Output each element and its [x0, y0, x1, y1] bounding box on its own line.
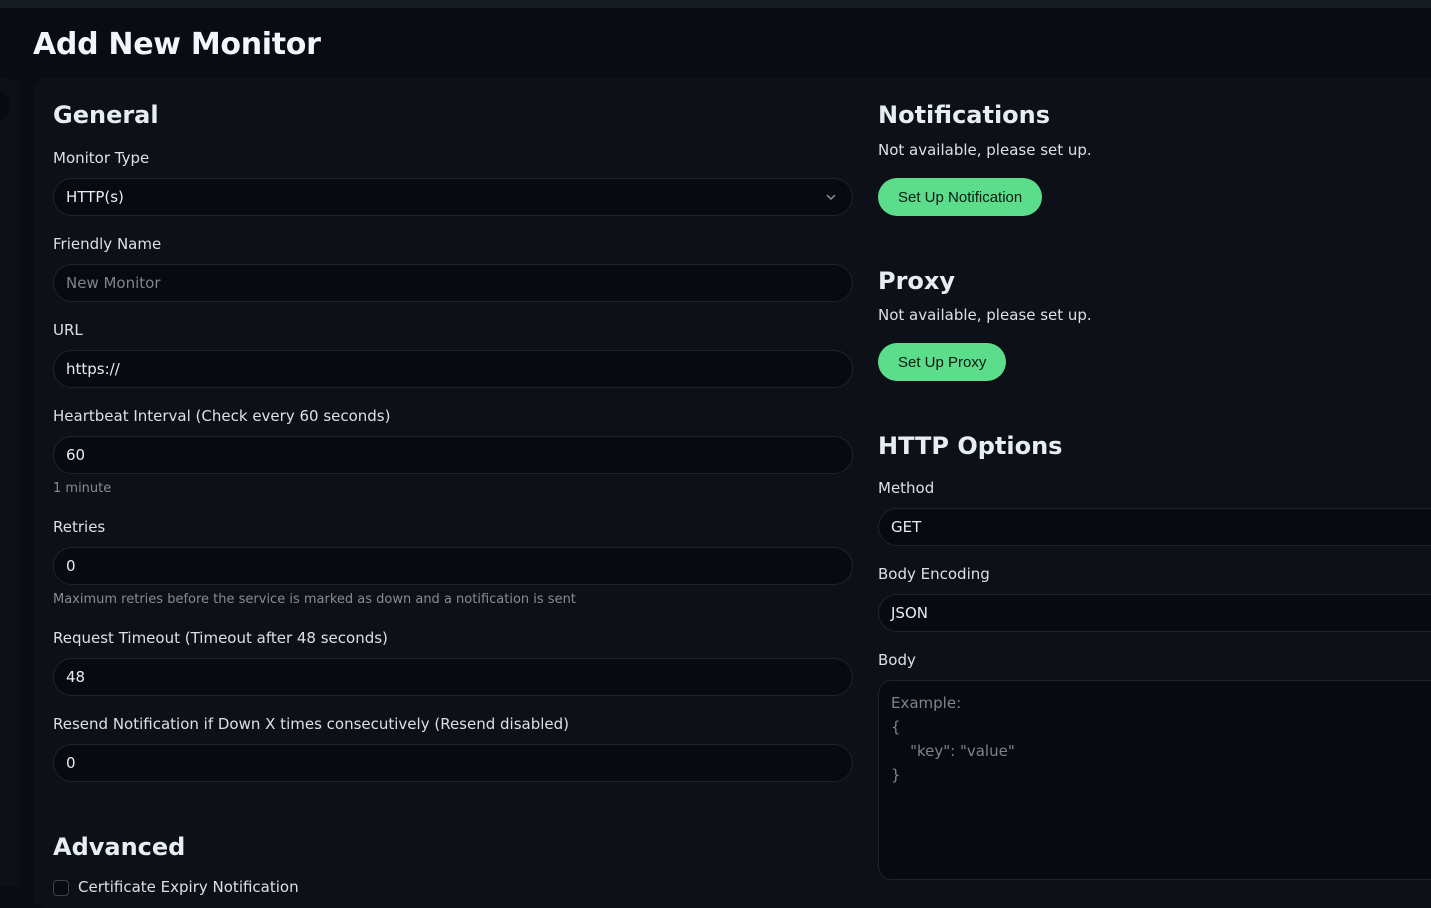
retries-label: Retries	[53, 518, 106, 536]
monitor-type-value: HTTP(s)	[66, 188, 124, 206]
friendly-name-placeholder: New Monitor	[66, 274, 161, 292]
friendly-name-input[interactable]: New Monitor	[53, 264, 853, 302]
http-options-section-title: HTTP Options	[878, 432, 1063, 460]
cert-expiry-label: Certificate Expiry Notification	[78, 878, 299, 896]
notifications-section-title: Notifications	[878, 101, 1051, 129]
method-value: GET	[891, 518, 922, 536]
chevron-down-icon	[826, 194, 836, 201]
heartbeat-input[interactable]: 60	[53, 436, 853, 474]
friendly-name-label: Friendly Name	[53, 235, 162, 253]
retries-help: Maximum retries before the service is ma…	[53, 592, 576, 607]
timeout-value: 48	[66, 668, 86, 686]
monitor-type-label: Monitor Type	[53, 149, 150, 167]
advanced-section-title: Advanced	[53, 833, 186, 861]
page-title: Add New Monitor	[33, 27, 321, 62]
method-select[interactable]: GET	[878, 508, 1431, 546]
body-label: Body	[878, 651, 916, 669]
setup-notification-button[interactable]: Set Up Notification	[878, 178, 1043, 216]
url-input[interactable]: https://	[53, 350, 853, 388]
monitor-type-select[interactable]: HTTP(s)	[53, 178, 853, 216]
retries-input[interactable]: 0	[53, 547, 853, 585]
heartbeat-value: 60	[66, 446, 86, 464]
url-label: URL	[53, 321, 83, 339]
method-label: Method	[878, 479, 935, 497]
resend-input[interactable]: 0	[53, 744, 853, 782]
notifications-empty-text: Not available, please set up.	[878, 141, 1092, 159]
body-encoding-value: JSON	[891, 604, 928, 622]
side-panel	[0, 78, 20, 886]
proxy-empty-text: Not available, please set up.	[878, 306, 1092, 324]
heartbeat-help: 1 minute	[53, 481, 112, 496]
cert-expiry-checkbox[interactable]	[53, 880, 69, 896]
collapse-handle[interactable]	[0, 92, 10, 120]
resend-label: Resend Notification if Down X times cons…	[53, 715, 570, 733]
body-encoding-select[interactable]: JSON	[878, 594, 1431, 632]
retries-value: 0	[66, 557, 76, 575]
heartbeat-label: Heartbeat Interval (Check every 60 secon…	[53, 407, 391, 425]
timeout-label: Request Timeout (Timeout after 48 second…	[53, 629, 388, 647]
top-bar	[0, 0, 1431, 8]
setup-proxy-button[interactable]: Set Up Proxy	[878, 343, 1007, 381]
timeout-input[interactable]: 48	[53, 658, 853, 696]
url-value: https://	[66, 360, 120, 378]
body-textarea[interactable]: Example: { "key": "value" }	[878, 680, 1431, 880]
proxy-section-title: Proxy	[878, 267, 956, 295]
general-section-title: General	[53, 101, 159, 129]
resend-value: 0	[66, 754, 76, 772]
body-encoding-label: Body Encoding	[878, 565, 990, 583]
